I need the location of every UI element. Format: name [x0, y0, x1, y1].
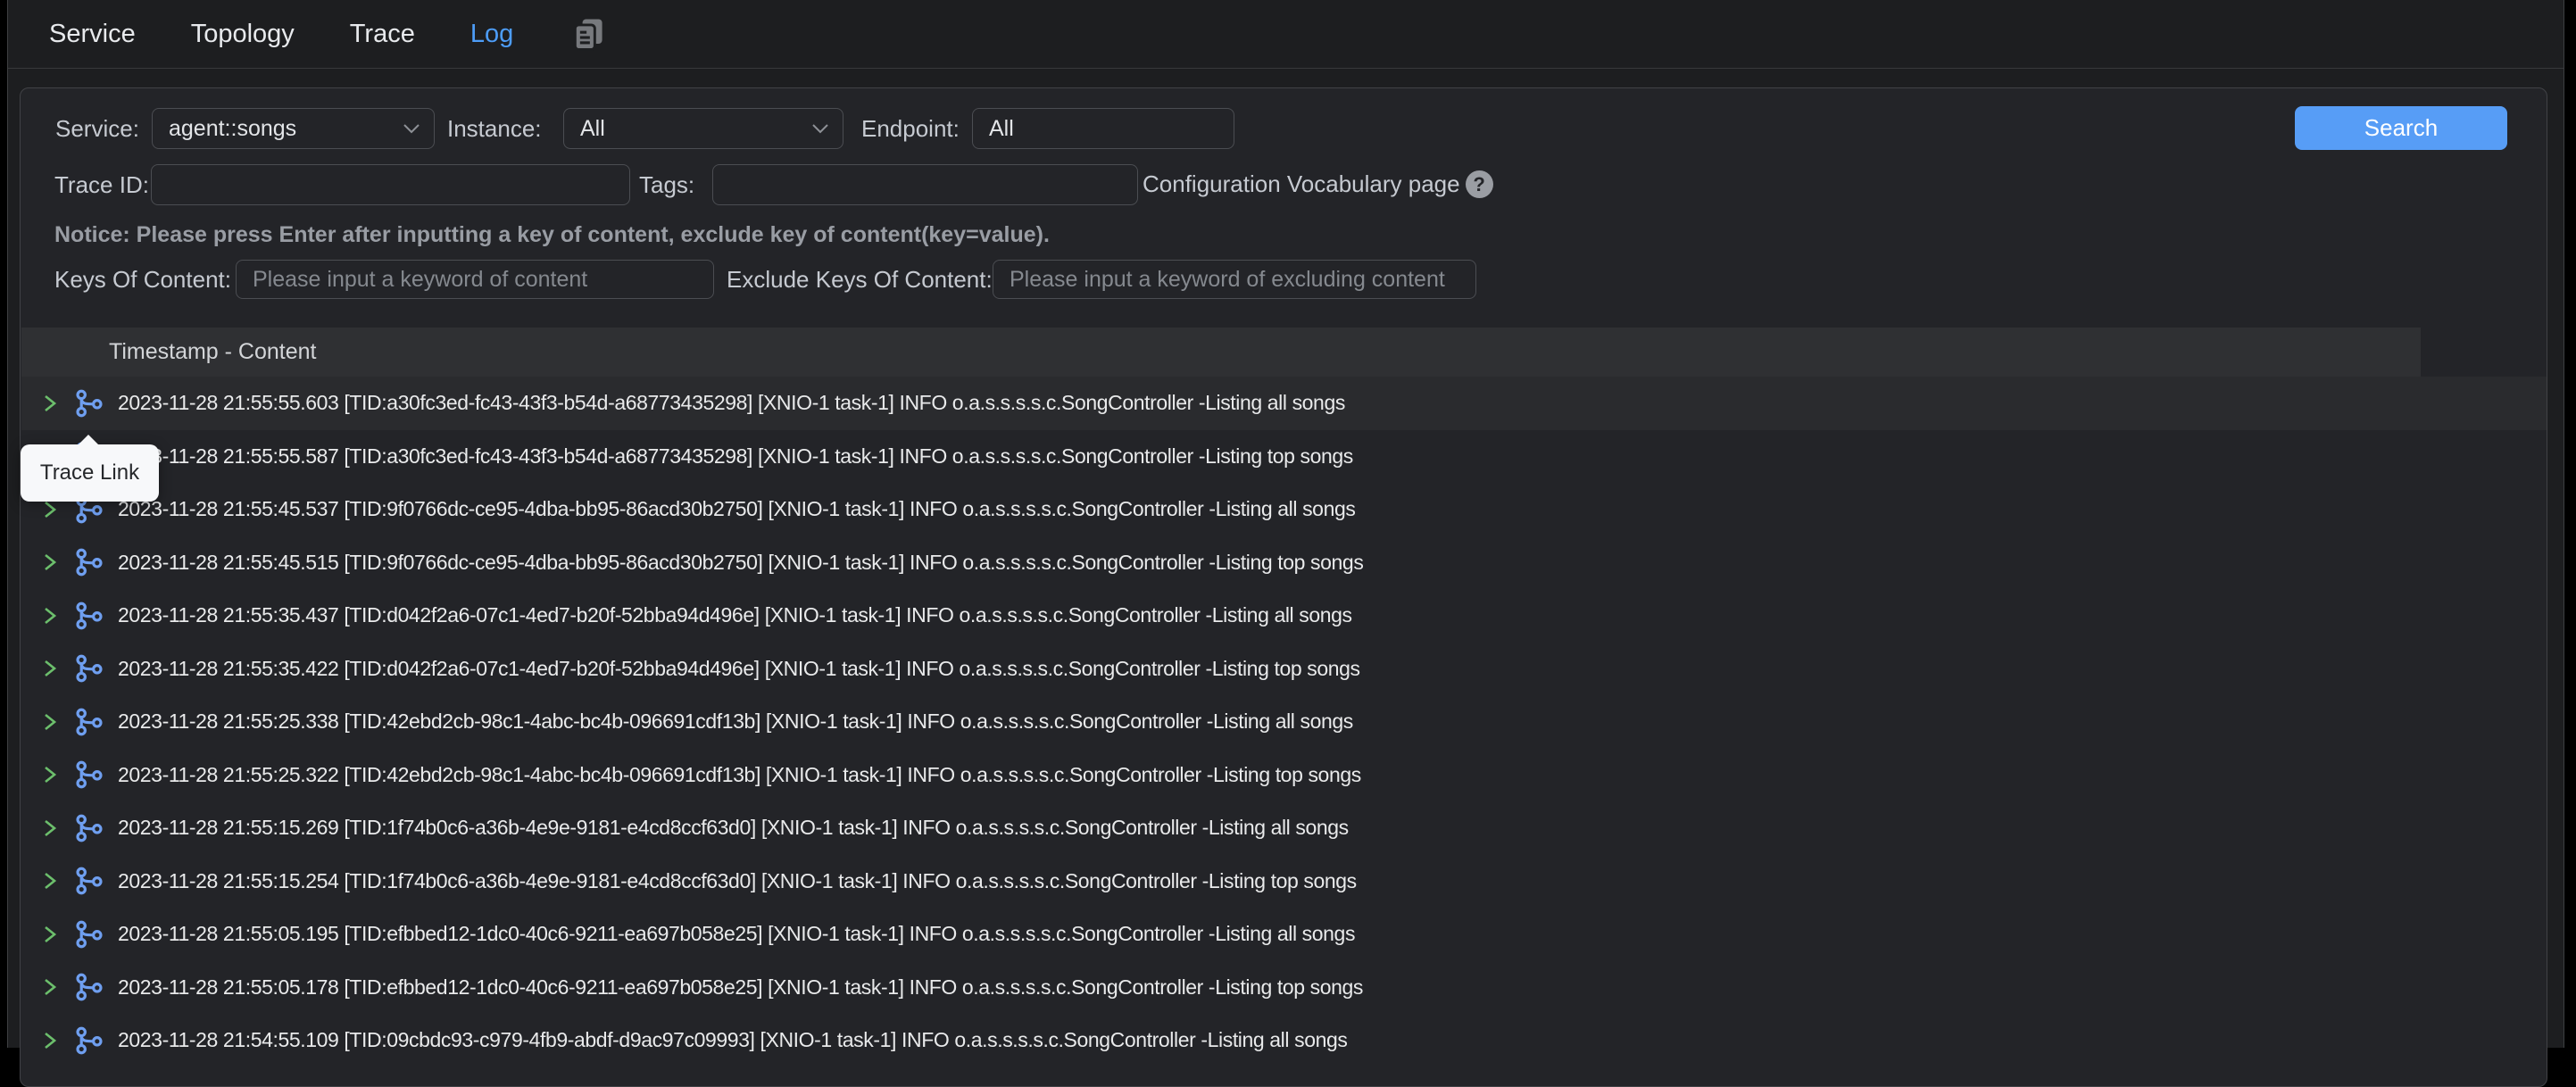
notice-text: Notice: Please press Enter after inputti… — [54, 222, 1050, 248]
service-select-value: agent::songs — [169, 116, 296, 142]
log-row-text: 2023-11-28 21:55:35.437 [TID:d042f2a6-07… — [118, 603, 1352, 627]
trace-link-icon[interactable] — [75, 601, 105, 631]
log-row[interactable]: 2023-11-28 21:55:25.322 [TID:42ebd2cb-98… — [21, 749, 2547, 802]
tags-label: Tags: — [639, 164, 694, 205]
log-row-text: 2023-11-28 21:55:55.603 [TID:a30fc3ed-fc… — [118, 391, 1345, 415]
trace-id-input[interactable] — [151, 164, 630, 205]
expand-caret-icon[interactable] — [43, 977, 61, 997]
trace-link-icon[interactable] — [75, 919, 105, 950]
expand-caret-icon[interactable] — [43, 1031, 61, 1050]
log-row-text: 2023-11-28 21:55:05.195 [TID:efbbed12-1d… — [118, 922, 1355, 946]
nav-tab-service[interactable]: Service — [49, 20, 136, 49]
nav-tab-log[interactable]: Log — [470, 20, 513, 49]
tooltip-arrow-icon — [78, 435, 99, 445]
log-row-text: 2023-11-28 21:55:45.515 [TID:9f0766dc-ce… — [118, 551, 1363, 575]
log-row[interactable]: 2023-11-28 21:55:35.422 [TID:d042f2a6-07… — [21, 643, 2547, 696]
instance-select-value: All — [580, 116, 605, 142]
help-icon[interactable]: ? — [1466, 170, 1493, 198]
log-row[interactable]: 2023-11-28 21:55:15.254 [TID:1f74b0c6-a3… — [21, 855, 2547, 909]
expand-caret-icon[interactable] — [43, 925, 61, 944]
service-label: Service: — [55, 108, 139, 149]
vocabulary-page-label: Configuration Vocabulary page — [1143, 170, 1460, 198]
trace-link-icon[interactable] — [75, 653, 105, 684]
log-row-text: 2023-11-28 21:55:25.322 [TID:42ebd2cb-98… — [118, 763, 1361, 787]
log-row-text: 2023-11-28 21:55:55.587 [TID:a30fc3ed-fc… — [118, 444, 1353, 469]
expand-caret-icon[interactable] — [43, 552, 61, 572]
instance-select[interactable]: All — [563, 108, 843, 149]
exclude-keys-label: Exclude Keys Of Content: — [727, 260, 993, 299]
trace-link-icon[interactable] — [75, 813, 105, 843]
log-row-text: 2023-11-28 21:55:35.422 [TID:d042f2a6-07… — [118, 657, 1360, 681]
trace-link-icon[interactable] — [75, 759, 105, 790]
trace-link-tooltip: Trace Link — [21, 444, 159, 502]
log-row-text: 2023-11-28 21:55:25.338 [TID:42ebd2cb-98… — [118, 709, 1353, 734]
nav-tab-topology[interactable]: Topology — [191, 20, 295, 49]
instance-label: Instance: — [447, 108, 542, 149]
log-row[interactable]: 2023-11-28 21:55:35.437 [TID:d042f2a6-07… — [21, 589, 2547, 643]
trace-link-icon[interactable] — [75, 388, 105, 419]
copy-icon[interactable] — [569, 14, 608, 54]
expand-caret-icon[interactable] — [43, 659, 61, 678]
top-navbar: Service Topology Trace Log — [8, 0, 2564, 69]
log-row-text: 2023-11-28 21:55:05.178 [TID:efbbed12-1d… — [118, 975, 1363, 1000]
log-table-header: Timestamp - Content — [21, 328, 2421, 377]
expand-caret-icon[interactable] — [43, 606, 61, 626]
keys-of-content-label: Keys Of Content: — [54, 260, 231, 299]
exclude-keys-input[interactable] — [993, 260, 1476, 299]
trace-id-label: Trace ID: — [54, 164, 149, 205]
log-row-text: 2023-11-28 21:55:45.537 [TID:9f0766dc-ce… — [118, 497, 1355, 521]
log-row-text: 2023-11-28 21:55:15.254 [TID:1f74b0c6-a3… — [118, 869, 1357, 893]
expand-caret-icon[interactable] — [43, 818, 61, 838]
log-row[interactable]: 2023-11-28 21:55:45.515 [TID:9f0766dc-ce… — [21, 536, 2547, 590]
expand-caret-icon[interactable] — [43, 765, 61, 784]
log-row[interactable]: 2023-11-28 21:55:05.195 [TID:efbbed12-1d… — [21, 908, 2547, 961]
app-window: Service Topology Trace Log Service: agen… — [7, 0, 2564, 1048]
chevron-down-icon — [403, 124, 420, 134]
log-row[interactable]: 2023-11-28 21:55:15.269 [TID:1f74b0c6-a3… — [21, 801, 2547, 855]
log-row[interactable]: 2023-11-28 21:55:05.178 [TID:efbbed12-1d… — [21, 961, 2547, 1015]
tags-input[interactable] — [712, 164, 1138, 205]
trace-link-icon[interactable] — [75, 707, 105, 737]
log-table-body: 2023-11-28 21:55:55.603 [TID:a30fc3ed-fc… — [21, 377, 2547, 1087]
log-table-header-label: Timestamp - Content — [109, 339, 316, 365]
log-row[interactable]: 2023-11-28 21:55:55.603 [TID:a30fc3ed-fc… — [21, 377, 2547, 430]
nav-tab-trace[interactable]: Trace — [350, 20, 415, 49]
trace-link-icon[interactable] — [75, 547, 105, 577]
vocabulary-page-link[interactable]: Configuration Vocabulary page ? — [1143, 164, 1493, 204]
log-row[interactable]: 2023-11-28 21:55:25.338 [TID:42ebd2cb-98… — [21, 695, 2547, 749]
search-button[interactable]: Search — [2295, 106, 2507, 150]
trace-link-icon[interactable] — [75, 866, 105, 896]
keys-of-content-input[interactable] — [236, 260, 714, 299]
expand-caret-icon[interactable] — [43, 394, 61, 413]
service-select[interactable]: agent::songs — [152, 108, 435, 149]
log-row[interactable]: 2023-11-28 21:55:45.537 [TID:9f0766dc-ce… — [21, 483, 2547, 536]
log-row-text: 2023-11-28 21:54:55.109 [TID:09cbdc93-c9… — [118, 1028, 1347, 1052]
log-panel: Service: agent::songs Instance: All Endp… — [20, 87, 2547, 1087]
log-row-text: 2023-11-28 21:55:15.269 [TID:1f74b0c6-a3… — [118, 816, 1349, 840]
expand-caret-icon[interactable] — [43, 712, 61, 732]
trace-link-icon[interactable] — [75, 972, 105, 1002]
expand-caret-icon[interactable] — [43, 500, 61, 519]
log-row[interactable]: 2023-11-28 21:55:55.587 [TID:a30fc3ed-fc… — [21, 430, 2547, 484]
log-row[interactable]: 2023-11-28 21:54:55.109 [TID:09cbdc93-c9… — [21, 1014, 2547, 1067]
expand-caret-icon[interactable] — [43, 871, 61, 891]
trace-link-icon[interactable] — [75, 1025, 105, 1056]
tooltip-label: Trace Link — [40, 461, 139, 485]
endpoint-input[interactable] — [972, 108, 1234, 149]
chevron-down-icon — [812, 124, 828, 134]
endpoint-label: Endpoint: — [861, 108, 960, 149]
